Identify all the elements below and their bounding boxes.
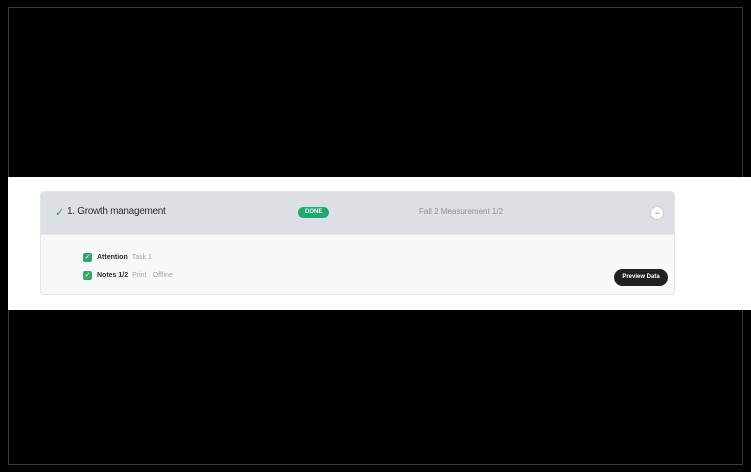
preview-data-button[interactable]: Preview Data — [614, 269, 668, 286]
status-badge: DONE — [298, 207, 330, 218]
frame-top-line — [8, 7, 743, 8]
task-item[interactable]: ✓ Attention Task 1 — [83, 251, 152, 263]
frame-bottom-line — [8, 464, 743, 465]
section-card: ✓ 1. Growth management DONE Fall 2 Measu… — [40, 191, 675, 295]
task-detail: Task 1 — [131, 253, 152, 261]
checkbox-icon: ✓ — [83, 270, 92, 280]
section-header[interactable]: ✓ 1. Growth management DONE Fall 2 Measu… — [41, 192, 674, 235]
minus-icon: − — [654, 208, 660, 218]
checkbox-icon: ✓ — [83, 252, 92, 262]
task-item[interactable]: ✓ Notes 1/2 Print · Offline — [83, 269, 173, 281]
section-title: 1. Growth management — [67, 206, 166, 217]
task-name: Notes 1/2 — [97, 271, 129, 279]
collapse-button[interactable]: − — [650, 206, 664, 220]
task-detail: Print · Offline — [132, 271, 173, 279]
task-name: Attention — [97, 253, 128, 261]
content-band: ✓ 1. Growth management DONE Fall 2 Measu… — [8, 177, 751, 310]
section-meta: Fall 2 Measurement 1/2 — [419, 207, 504, 216]
check-icon: ✓ — [55, 207, 65, 219]
